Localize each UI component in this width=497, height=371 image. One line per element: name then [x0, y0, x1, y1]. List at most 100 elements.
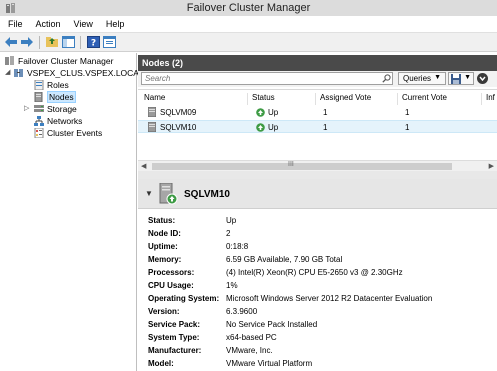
folder-up-icon: [45, 37, 58, 47]
horizontal-scrollbar[interactable]: ◀ III ▶: [138, 160, 497, 171]
svg-text:?: ?: [90, 39, 95, 49]
navigation-tree: Failover Cluster Manager ◢ VSPEX_CLUS.VS…: [0, 53, 144, 371]
search-icon[interactable]: [382, 74, 391, 83]
title-bar: Failover Cluster Manager: [0, 0, 497, 16]
property-value: Microsoft Windows Server 2012 R2 Datacen…: [226, 294, 433, 303]
column-header-status[interactable]: Status: [248, 93, 316, 105]
forward-button[interactable]: [20, 35, 34, 49]
help-icon: ?: [86, 36, 100, 49]
detail-header: ▼ SQLVM10: [138, 179, 497, 209]
scrollbar-grip: III: [288, 161, 294, 168]
scroll-left-icon[interactable]: ◀: [141, 162, 146, 170]
menu-action[interactable]: Action: [28, 19, 66, 29]
menu-file[interactable]: File: [0, 19, 28, 29]
property-value: VMware, Inc.: [226, 346, 273, 355]
property-label: System Type:: [148, 333, 200, 342]
property-label: Version:: [148, 307, 180, 316]
tree-item-nodes[interactable]: Nodes: [34, 91, 76, 103]
property-value: (4) Intel(R) Xeon(R) CPU E5-2650 v3 @ 2.…: [226, 268, 403, 277]
save-icon: [451, 74, 461, 84]
column-header-current-vote[interactable]: Current Vote: [398, 93, 482, 105]
nodes-icon: [34, 92, 43, 102]
node-current-vote: 1: [405, 108, 410, 117]
help-button[interactable]: ?: [86, 35, 100, 49]
menu-view[interactable]: View: [66, 19, 98, 29]
show-hide-tree-button[interactable]: [61, 35, 75, 49]
search-input[interactable]: [141, 72, 393, 85]
networks-icon: [34, 116, 44, 126]
node-assigned-vote: 1: [323, 123, 328, 132]
tree-item-storage[interactable]: Storage: [34, 103, 77, 115]
queries-label: Queries: [403, 74, 432, 83]
property-label: Service Pack:: [148, 320, 201, 329]
node-properties: Status: Up Node ID: 2 Uptime: 0:18:8 Memory…: [138, 210, 497, 371]
expand-arrow-icon[interactable]: ▷: [24, 104, 29, 112]
scrollbar-thumb[interactable]: III: [152, 161, 452, 170]
tree-cluster-events-label: Cluster Events: [47, 128, 103, 138]
tree-nodes-label: Nodes: [47, 91, 76, 103]
column-header-info[interactable]: Inf: [482, 93, 497, 105]
tree-networks-label: Networks: [47, 116, 83, 126]
chevron-down-icon: ▼: [434, 74, 441, 81]
scroll-right-icon[interactable]: ▶: [489, 162, 494, 170]
property-label: Uptime:: [148, 242, 178, 251]
action-pane-button[interactable]: [102, 35, 116, 49]
server-status-up-icon: [159, 183, 178, 205]
nodes-panel-header: Nodes (2): [138, 55, 497, 71]
nodes-table: Name Status Assigned Vote Current Vote I…: [138, 89, 497, 171]
node-current-vote: 1: [405, 123, 410, 132]
property-label: Node ID:: [148, 229, 181, 238]
property-value: 0:18:8: [226, 242, 249, 251]
collapse-panel-button[interactable]: [477, 73, 488, 84]
property-label: Operating System:: [148, 294, 220, 303]
back-arrow-icon: [5, 37, 17, 47]
roles-icon: [34, 80, 44, 90]
tree-storage-label: Storage: [47, 104, 77, 114]
cluster-icon: [14, 69, 23, 77]
save-query-button[interactable]: ▼: [448, 72, 474, 85]
toolbar-separator: [39, 35, 40, 49]
collapse-arrow-icon[interactable]: ◢: [5, 68, 10, 76]
node-name: SQLVM10: [160, 123, 197, 132]
table-row[interactable]: SQLVM09 Up 1 1: [138, 106, 497, 119]
node-status: Up: [268, 108, 279, 117]
chevron-down-icon: [479, 76, 486, 82]
property-label: Processors:: [148, 268, 195, 277]
table-row[interactable]: SQLVM10 Up 1 1: [138, 120, 497, 133]
node-assigned-vote: 1: [323, 108, 328, 117]
tree-item-networks[interactable]: Networks: [34, 115, 82, 127]
panel-splitter[interactable]: [138, 171, 497, 179]
tree-item-roles[interactable]: Roles: [34, 79, 69, 91]
server-icon: [148, 122, 156, 132]
chevron-down-icon: ▼: [464, 74, 471, 81]
tree-roles-label: Roles: [47, 80, 69, 90]
cluster-events-icon: [34, 128, 44, 138]
property-value: No Service Pack Installed: [226, 320, 318, 329]
property-value: 2: [226, 229, 231, 238]
column-header-name[interactable]: Name: [140, 93, 248, 105]
toolbar: ?: [0, 32, 497, 52]
tree-item-cluster[interactable]: VSPEX_CLUS.VSPEX.LOCAL: [14, 67, 144, 79]
menu-help[interactable]: Help: [98, 19, 130, 29]
property-value: 6.3.9600: [226, 307, 258, 316]
queries-button[interactable]: Queries ▼: [398, 72, 446, 85]
tree-item-root[interactable]: Failover Cluster Manager: [5, 55, 113, 67]
back-button[interactable]: [4, 35, 18, 49]
up-folder-button[interactable]: [45, 35, 59, 49]
property-value: Up: [226, 216, 237, 225]
collapse-detail-icon[interactable]: ▼: [145, 189, 153, 198]
tree-item-cluster-events[interactable]: Cluster Events: [34, 127, 102, 139]
status-up-icon: [256, 108, 265, 117]
toolbar-separator: [80, 35, 81, 49]
status-up-icon: [256, 123, 265, 132]
node-status: Up: [268, 123, 279, 132]
node-name: SQLVM09: [160, 108, 197, 117]
column-header-assigned-vote[interactable]: Assigned Vote: [316, 93, 398, 105]
search-toolbar: Queries ▼ ▼: [138, 71, 497, 87]
property-value: x64-based PC: [226, 333, 277, 342]
tree-cluster-label: VSPEX_CLUS.VSPEX.LOCAL: [27, 68, 144, 78]
table-header: Name Status Assigned Vote Current Vote I…: [138, 93, 497, 105]
property-label: CPU Usage:: [148, 281, 194, 290]
property-label: Manufacturer:: [148, 346, 202, 355]
action-pane-icon: [102, 36, 116, 48]
